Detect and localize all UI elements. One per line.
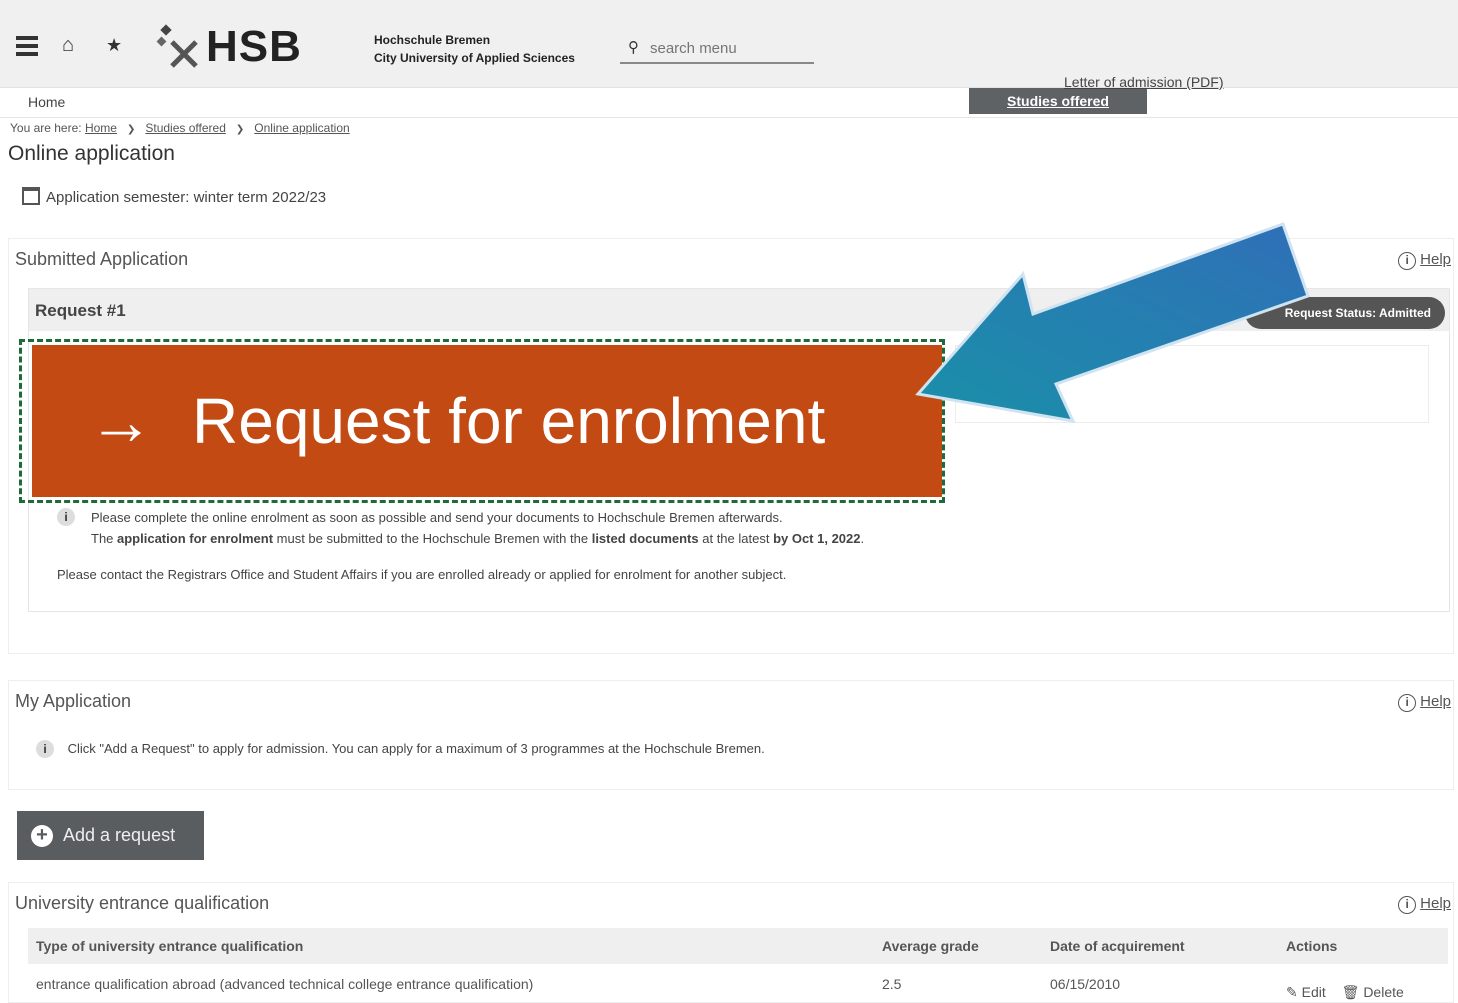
- my-application-info: i Click "Add a Request" to apply for adm…: [36, 740, 765, 758]
- info-circle-icon: i: [1398, 694, 1417, 712]
- search-icon: ⚲: [628, 39, 639, 56]
- info-text: The: [91, 531, 118, 546]
- qualification-table: Type of university entrance qualificatio…: [28, 928, 1448, 1003]
- trash-icon: 🗑: [1341, 984, 1360, 1000]
- pencil-icon: ✎: [1286, 984, 1298, 1000]
- star-icon[interactable]: ★: [106, 35, 122, 56]
- date-of-acquirement: 06/15/2010: [1050, 976, 1121, 992]
- home-icon[interactable]: ⌂: [62, 34, 74, 57]
- help-label: Help: [1420, 693, 1451, 710]
- contact-note: Please contact the Registrars Office and…: [57, 567, 787, 582]
- edit-action[interactable]: ✎ Edit: [1286, 984, 1326, 1000]
- breadcrumb-prefix: You are here:: [10, 121, 82, 135]
- column-header: Average grade: [874, 928, 1042, 964]
- info-circle-icon: i: [1398, 252, 1417, 270]
- edit-label: Edit: [1301, 984, 1326, 1000]
- table-header-row: Type of university entrance qualificatio…: [28, 928, 1448, 964]
- semester-text: Application semester: winter term 2022/2…: [46, 189, 327, 206]
- help-link[interactable]: i Help: [1398, 895, 1451, 914]
- annotation-arrow-icon: [915, 222, 1310, 423]
- delete-action[interactable]: 🗑 Delete: [1342, 984, 1404, 1000]
- add-request-button[interactable]: + Add a request: [17, 811, 204, 860]
- enrolment-button-label: Request for enrolment: [192, 385, 826, 457]
- logo-text: HSB: [206, 22, 302, 71]
- search-input[interactable]: [650, 36, 810, 60]
- average-grade: 2.5: [882, 976, 902, 992]
- plus-circle-icon: +: [31, 825, 53, 847]
- column-header: Type of university entrance qualificatio…: [28, 928, 874, 964]
- breadcrumb-studies-offered[interactable]: Studies offered: [145, 121, 226, 135]
- info-text: must be submitted to the Hochschule Brem…: [273, 531, 592, 546]
- info-text: at the latest: [698, 531, 774, 546]
- help-link[interactable]: i Help: [1398, 251, 1451, 270]
- calendar-icon: [22, 187, 40, 205]
- hamburger-menu-icon[interactable]: [16, 36, 38, 56]
- add-request-label: Add a request: [63, 825, 176, 845]
- hsb-logo-icon: [156, 24, 198, 68]
- breadcrumb-online-application[interactable]: Online application: [254, 121, 349, 135]
- letter-of-admission-link[interactable]: Letter of admission (PDF): [1064, 74, 1224, 90]
- request-title: Request #1: [35, 301, 126, 320]
- my-application-heading: My Application: [15, 691, 132, 711]
- entrance-qualification-heading: University entrance qualification: [15, 893, 270, 913]
- delete-label: Delete: [1363, 984, 1404, 1000]
- column-header: Actions: [1278, 928, 1448, 964]
- application-semester: Application semester: winter term 2022/2…: [22, 187, 326, 206]
- top-header: ⌂ ★ HSB Hochschule Bremen City Universit…: [0, 0, 1458, 88]
- chevron-right-icon: ❯: [235, 124, 245, 135]
- table-row: entrance qualification abroad (advanced …: [28, 964, 1448, 1003]
- university-line-2: City University of Applied Sciences: [374, 51, 575, 65]
- info-bold-deadline: by Oct 1, 2022: [773, 531, 861, 546]
- my-application-info-text: Click "Add a Request" to apply for admis…: [67, 741, 765, 756]
- info-line-1: Please complete the online enrolment as …: [91, 510, 783, 525]
- nav-home[interactable]: Home: [28, 94, 65, 110]
- info-icon: i: [57, 508, 75, 526]
- university-name: Hochschule Bremen City University of App…: [374, 31, 575, 67]
- help-label: Help: [1420, 895, 1451, 912]
- actions-cell: ✎ Edit 🗑 Delete: [1278, 964, 1448, 1003]
- column-header: Date of acquirement: [1042, 928, 1278, 964]
- page-title: Online application: [8, 142, 175, 165]
- request-for-enrolment-button[interactable]: → Request for enrolment: [32, 345, 942, 497]
- submitted-application-heading: Submitted Application: [15, 249, 189, 269]
- main-nav: Home Studies offered: [0, 88, 1458, 118]
- info-bold-documents: listed documents: [591, 531, 699, 546]
- enrolment-info: i Please complete the online enrolment a…: [57, 507, 864, 549]
- breadcrumb: You are here: Home ❯ Studies offered ❯ Onlin…: [10, 121, 350, 135]
- search-box[interactable]: ⚲: [620, 32, 814, 64]
- qualification-type: entrance qualification abroad (advanced …: [36, 976, 534, 992]
- breadcrumb-home[interactable]: Home: [85, 121, 117, 135]
- help-link[interactable]: i Help: [1398, 693, 1451, 712]
- info-circle-icon: i: [1398, 896, 1417, 914]
- info-bold-application: application for enrolment: [117, 531, 274, 546]
- info-line-2: The application for enrolment must be su…: [57, 528, 864, 549]
- my-application-panel: My Application i Help: [8, 680, 1454, 790]
- help-label: Help: [1420, 251, 1451, 268]
- chevron-right-icon: ❯: [126, 124, 136, 135]
- info-text: .: [860, 531, 865, 546]
- university-line-1: Hochschule Bremen: [374, 33, 491, 47]
- tab-studies-offered[interactable]: Studies offered: [969, 88, 1147, 114]
- arrow-right-icon: →: [88, 384, 154, 458]
- info-icon: i: [36, 740, 54, 758]
